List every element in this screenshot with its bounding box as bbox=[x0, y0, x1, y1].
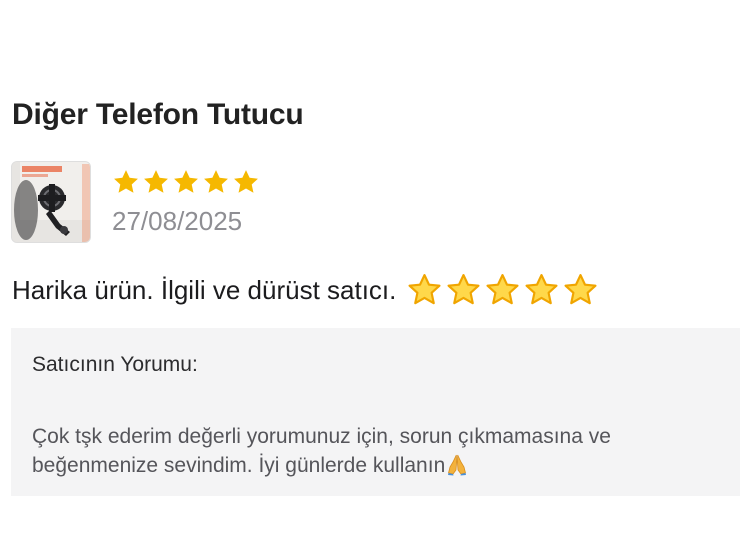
star-filled-icon bbox=[204, 170, 228, 193]
star-filled-icon bbox=[144, 170, 168, 193]
folded-hands-icon bbox=[448, 454, 467, 476]
seller-comment-label: Satıcının Yorumu: bbox=[32, 353, 198, 376]
star-emoji-icon bbox=[447, 274, 480, 305]
star-emoji-icon bbox=[564, 274, 597, 305]
seller-comment-line-2-text: beğenmenize sevindim. İyi günlerde kulla… bbox=[32, 454, 446, 477]
review-photo-thumbnail[interactable] bbox=[11, 161, 91, 243]
seller-comment-line-2: beğenmenize sevindim. İyi günlerde kulla… bbox=[32, 451, 737, 480]
seller-comment-box: Satıcının Yorumu: Çok tşk ederim değerli… bbox=[11, 328, 740, 496]
review-header: 27/08/2025 bbox=[11, 160, 411, 244]
review-text: Harika ürün. İlgili ve dürüst satıcı. bbox=[12, 275, 397, 305]
star-filled-icon bbox=[234, 170, 258, 193]
product-title: Diğer Telefon Tutucu bbox=[12, 98, 304, 131]
star-emoji-icon bbox=[486, 274, 519, 305]
star-filled-icon bbox=[114, 170, 138, 193]
star-emoji-icon bbox=[408, 274, 441, 305]
seller-comment-line-1: Çok tşk ederim değerli yorumunuz için, s… bbox=[32, 425, 611, 448]
star-filled-icon bbox=[174, 170, 198, 193]
review-date: 27/08/2025 bbox=[112, 206, 243, 236]
rating-stars bbox=[112, 168, 260, 198]
seller-comment-text: Çok tşk ederim değerli yorumunuz için, s… bbox=[32, 422, 737, 480]
review-body: Harika ürün. İlgili ve dürüst satıcı. bbox=[12, 272, 732, 309]
product-photo bbox=[12, 162, 90, 242]
star-emoji-group bbox=[406, 272, 599, 309]
star-emoji-icon bbox=[525, 274, 558, 305]
